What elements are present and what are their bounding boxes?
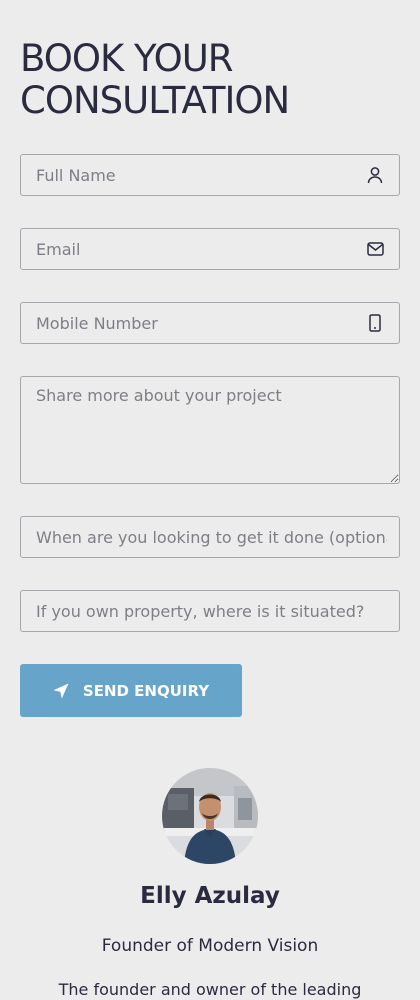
user-icon	[364, 164, 386, 186]
mobile-phone-icon	[364, 312, 386, 334]
email-input[interactable]	[20, 228, 400, 270]
paper-plane-icon	[53, 683, 69, 699]
timeline-input[interactable]	[20, 516, 400, 558]
send-enquiry-button[interactable]: SEND ENQUIRY	[20, 664, 242, 717]
property-location-input[interactable]	[20, 590, 400, 632]
avatar	[162, 768, 258, 864]
page-title: BOOK YOUR CONSULTATION	[20, 37, 290, 122]
send-enquiry-label: SEND ENQUIRY	[82, 681, 210, 700]
founder-name: Elly Azulay	[140, 883, 280, 909]
founder-role: Founder of Modern Vision	[101, 936, 319, 956]
project-details-textarea[interactable]	[20, 376, 400, 484]
full-name-input[interactable]	[20, 154, 400, 196]
envelope-icon	[364, 238, 386, 260]
mobile-number-input[interactable]	[20, 302, 400, 344]
founder-bio: The founder and owner of the leading	[58, 980, 362, 999]
